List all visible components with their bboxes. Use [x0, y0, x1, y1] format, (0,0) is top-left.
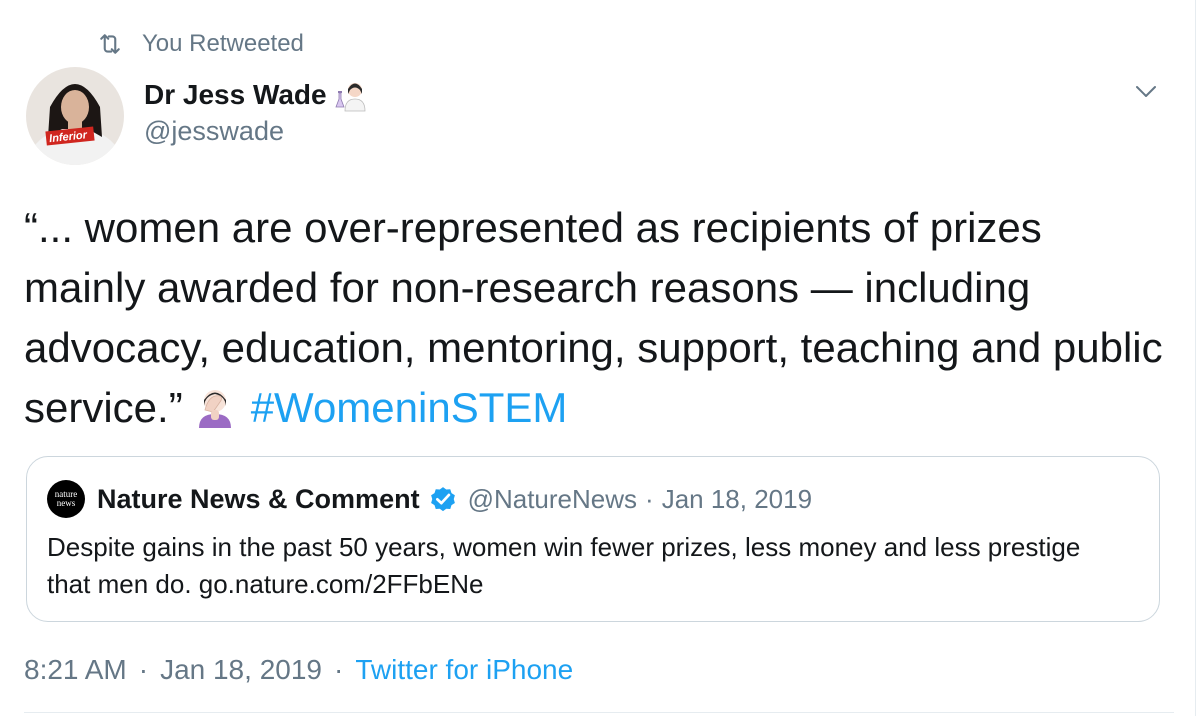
quoted-author-name: Nature News & Comment: [97, 483, 420, 514]
quoted-tweet[interactable]: nature news Nature News & Comment @Natur…: [26, 456, 1160, 622]
quoted-tweet-date: Jan 18, 2019: [661, 483, 813, 514]
retweet-icon: [100, 34, 120, 54]
tweet-meta: 8:21 AM · Jan 18, 2019 · Twitter for iPh…: [24, 654, 573, 686]
facepalm-emoji: [198, 390, 231, 428]
hashtag-link[interactable]: #WomeninSTEM: [251, 384, 568, 431]
author-avatar[interactable]: Inferior: [26, 67, 124, 165]
avatar-image: Inferior: [26, 67, 124, 165]
author-handle: @jesswade: [144, 116, 284, 146]
tweet-text: “... women are over-represented as recip…: [24, 198, 1174, 438]
divider: [24, 712, 1174, 713]
chevron-down-icon[interactable]: [1131, 78, 1161, 106]
tweet-source-link[interactable]: Twitter for iPhone: [355, 654, 573, 686]
tweet-time[interactable]: 8:21 AM: [24, 654, 127, 686]
separator-dot: ·: [645, 483, 654, 514]
tweet-card[interactable]: You Retweeted Inferior Dr Jess Wade @jes…: [0, 0, 1196, 716]
author-name: Dr Jess Wade: [144, 79, 327, 110]
quoted-author-handle: @NatureNews: [467, 483, 638, 514]
separator-dot: ·: [333, 654, 344, 685]
quoted-tweet-header: nature news Nature News & Comment @Natur…: [47, 479, 812, 519]
nature-news-logo: nature news: [47, 480, 85, 518]
retweet-context[interactable]: You Retweeted: [96, 28, 304, 60]
tweet-date[interactable]: Jan 18, 2019: [160, 654, 322, 686]
author-info[interactable]: Dr Jess Wade @jesswade: [144, 76, 369, 147]
woman-scientist-emoji: [335, 83, 366, 112]
logo-line-2: news: [56, 498, 76, 508]
verified-badge-icon: [430, 487, 455, 512]
separator-dot: ·: [138, 654, 149, 685]
retweet-context-label: You Retweeted: [142, 30, 304, 57]
quoted-tweet-text: Despite gains in the past 50 years, wome…: [47, 532, 1081, 599]
